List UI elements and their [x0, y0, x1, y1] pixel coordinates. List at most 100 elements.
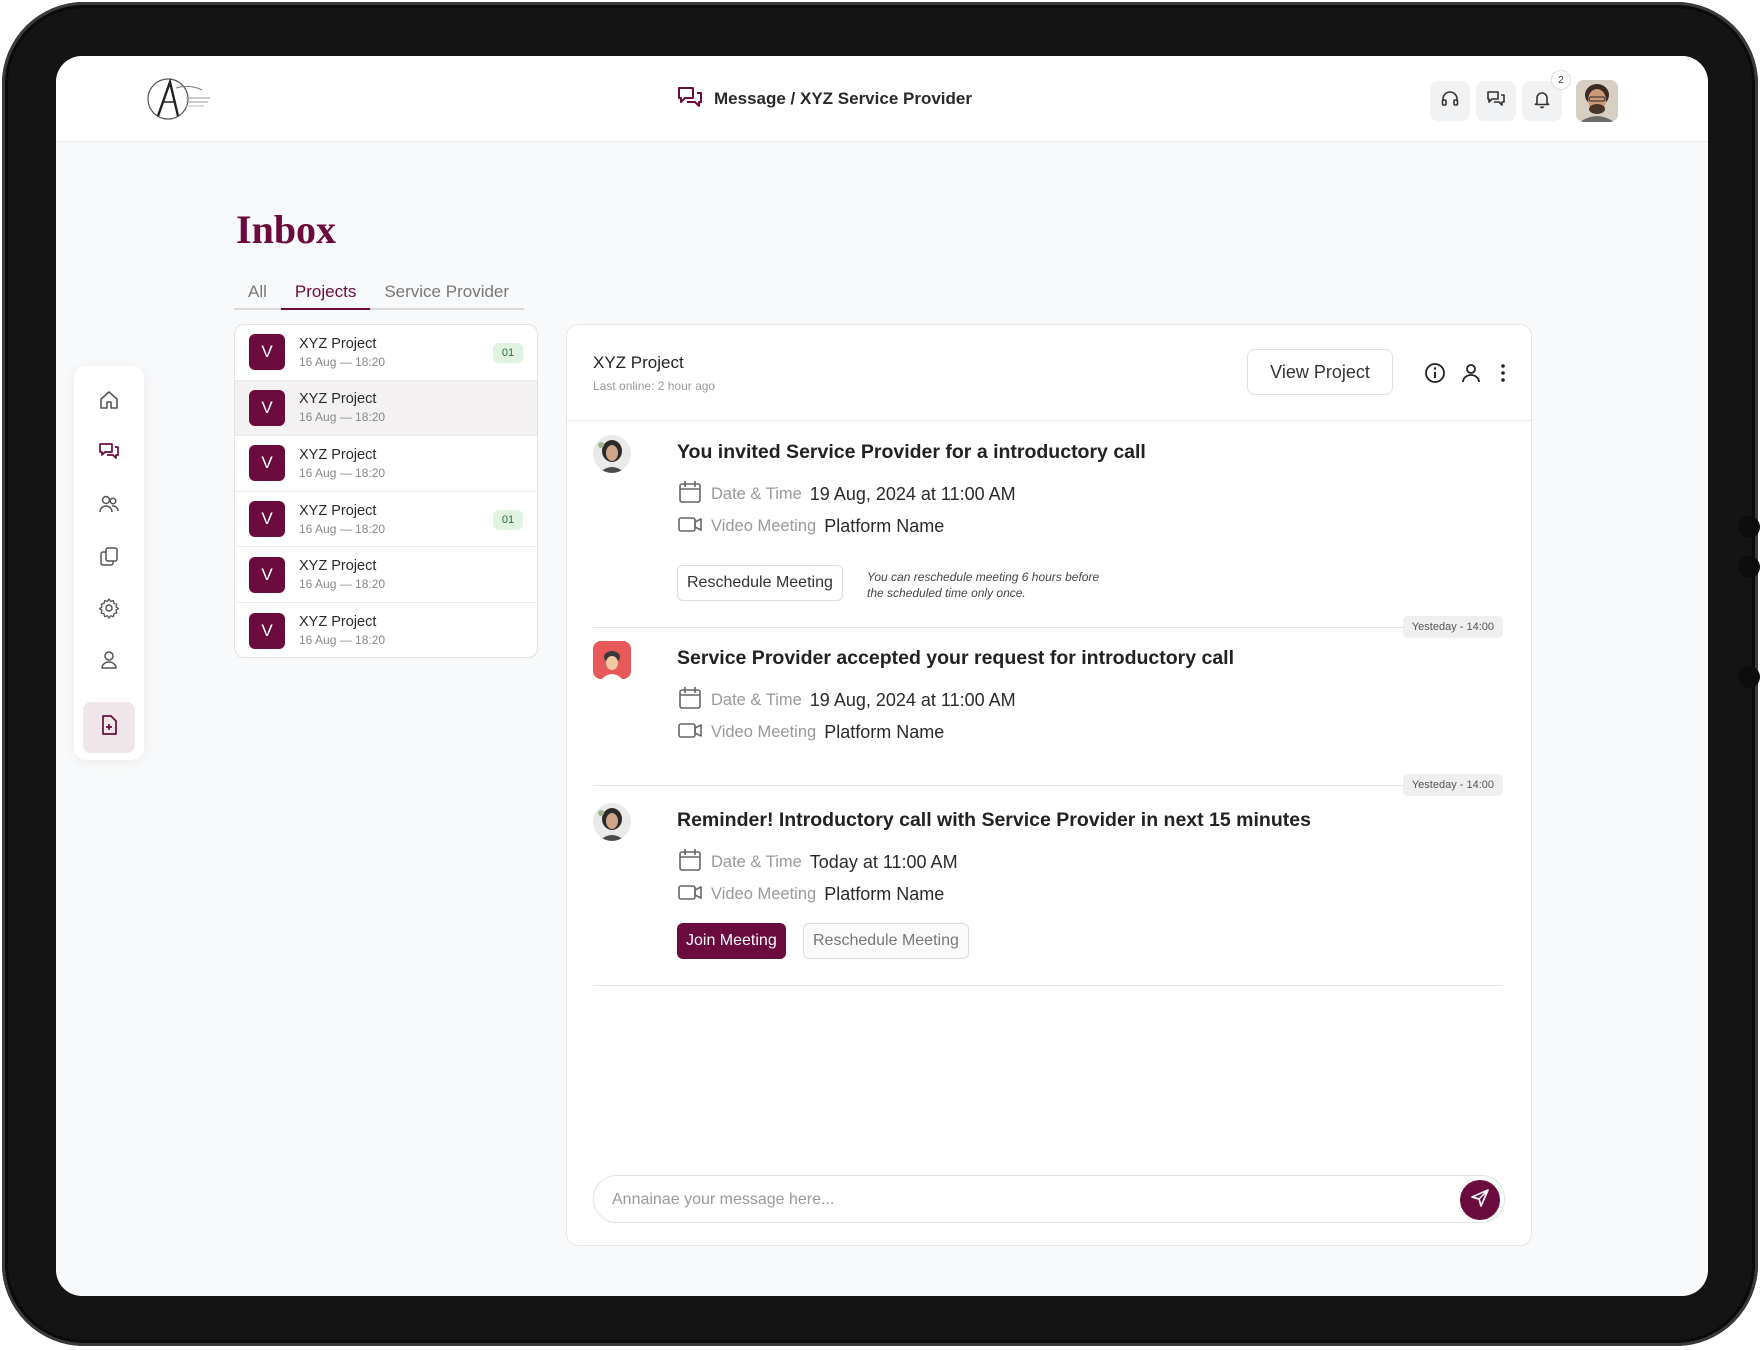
conversation-time: 16 Aug — 18:20	[299, 521, 386, 536]
device-side-button	[1738, 516, 1760, 538]
calendar-icon	[677, 479, 711, 510]
reschedule-meeting-button[interactable]: Reschedule Meeting	[803, 923, 969, 959]
conversation-name: XYZ Project	[299, 614, 377, 631]
sidebar-nav	[74, 366, 144, 760]
app-screen: Message / XYZ Service Provider 2 Inbox A…	[56, 56, 1708, 1296]
messages-icon	[676, 83, 704, 116]
sidebar-item-profile[interactable]	[86, 640, 132, 685]
unread-badge: 01	[493, 509, 523, 530]
chat-title: XYZ Project	[593, 353, 684, 372]
conversation-name: XYZ Project	[299, 335, 377, 352]
sender-avatar	[593, 803, 631, 841]
conversation-time: 16 Aug — 18:20	[299, 633, 386, 648]
conversation-item[interactable]: V XYZ Project 16 Aug — 18:20	[235, 380, 537, 437]
inbox-tabs: All Projects Service Provider	[234, 278, 524, 310]
conversation-name: XYZ Project	[299, 502, 377, 519]
conversation-time: 16 Aug — 18:20	[299, 577, 386, 592]
message-item: You invited Service Provider for a intro…	[593, 435, 1503, 601]
tab-projects[interactable]: Projects	[280, 278, 371, 310]
date-time-value: 19 Aug, 2024 at 11:00 AM	[809, 484, 1016, 504]
reschedule-meeting-button[interactable]: Reschedule Meeting	[677, 565, 843, 601]
calendar-icon	[677, 685, 711, 716]
breadcrumb-text: Message / XYZ Service Provider	[714, 89, 972, 108]
conversation-time: 16 Aug — 18:20	[299, 354, 386, 369]
conversation-time: 16 Aug — 18:20	[299, 465, 386, 480]
sender-avatar	[593, 435, 631, 473]
message-input[interactable]	[612, 1188, 1392, 1212]
send-button[interactable]	[1460, 1180, 1500, 1220]
video-icon	[677, 511, 711, 542]
user-avatar[interactable]	[1576, 80, 1618, 122]
conversation-name: XYZ Project	[299, 446, 377, 463]
headset-icon	[1440, 89, 1460, 114]
chat-icon	[1486, 89, 1506, 114]
conversation-item[interactable]: V XYZ Project 16 Aug — 18:20	[235, 547, 537, 603]
timestamp-badge: Yesteday - 14:00	[1402, 616, 1503, 638]
breadcrumb: Message / XYZ Service Provider	[676, 84, 972, 114]
support-button[interactable]	[1430, 81, 1470, 121]
date-time-row: Date & Time Today at 11:00 AM	[677, 847, 958, 878]
tablet-frame: Message / XYZ Service Provider 2 Inbox A…	[2, 2, 1760, 1346]
sidebar-item-home[interactable]	[86, 380, 132, 425]
conversation-name: XYZ Project	[299, 558, 377, 575]
message-composer	[593, 1175, 1505, 1223]
tab-service-provider[interactable]: Service Provider	[370, 278, 523, 308]
add-file-icon	[98, 714, 120, 741]
tab-all[interactable]: All	[234, 278, 281, 308]
conversation-item[interactable]: V XYZ Project 16 Aug — 18:20	[235, 603, 537, 657]
top-actions: 2	[1424, 71, 1618, 122]
last-online-text: Last online: 2 hour ago	[593, 379, 716, 393]
reschedule-note: You can reschedule meeting 6 hours befor…	[867, 570, 1100, 600]
video-icon	[677, 879, 711, 910]
conversation-avatar: V	[249, 612, 285, 649]
person-icon[interactable]	[1459, 361, 1483, 385]
video-meeting-label: Video Meeting	[711, 517, 817, 535]
message-title: Service Provider accepted your request f…	[677, 647, 1235, 669]
unread-badge: 01	[493, 343, 523, 363]
conversation-avatar: V	[249, 556, 285, 593]
conversation-item[interactable]: V XYZ Project 16 Aug — 18:20	[235, 436, 537, 492]
sidebar-item-documents[interactable]	[86, 536, 132, 581]
video-meeting-row: Video Meeting Platform Name	[677, 511, 944, 542]
device-side-button	[1738, 666, 1760, 688]
conversation-avatar: V	[249, 334, 285, 371]
platform-name: Platform Name	[824, 722, 945, 742]
page-title: Inbox	[236, 207, 337, 252]
messages-button[interactable]	[1476, 81, 1516, 121]
view-project-button[interactable]: View Project	[1247, 349, 1393, 395]
profile-icon	[98, 649, 120, 676]
notifications-button[interactable]: 2	[1522, 71, 1570, 121]
video-icon	[677, 717, 711, 748]
bell-icon	[1532, 89, 1552, 114]
date-time-value: Today at 11:00 AM	[809, 852, 958, 872]
conversation-list: V XYZ Project 16 Aug — 18:20 01 V XYZ Pro…	[234, 324, 538, 658]
date-time-label: Date & Time	[711, 691, 802, 709]
documents-icon	[98, 545, 120, 572]
home-icon	[98, 389, 120, 416]
conversation-time: 16 Aug — 18:20	[299, 410, 386, 425]
date-time-label: Date & Time	[711, 485, 802, 503]
video-meeting-row: Video Meeting Platform Name	[677, 879, 944, 910]
message-title: Reminder! Introductory call with Service…	[677, 809, 1311, 831]
conversation-avatar: V	[249, 389, 285, 426]
more-icon[interactable]	[1491, 361, 1515, 385]
device-side-button	[1738, 556, 1760, 578]
message-divider	[593, 785, 1503, 786]
join-meeting-button[interactable]: Join Meeting	[677, 923, 786, 959]
message-divider	[593, 627, 1503, 628]
conversation-item[interactable]: V XYZ Project 16 Aug — 18:20 01	[235, 325, 537, 381]
info-icon[interactable]	[1423, 361, 1447, 385]
chat-header: XYZ Project Last online: 2 hour ago View…	[567, 325, 1531, 421]
sidebar-item-messages[interactable]	[86, 432, 132, 477]
chat-panel: XYZ Project Last online: 2 hour ago View…	[566, 324, 1532, 1246]
conversation-avatar: V	[249, 445, 285, 482]
platform-name: Platform Name	[824, 516, 945, 536]
sidebar-item-settings[interactable]	[86, 588, 132, 633]
app-logo[interactable]	[146, 76, 214, 122]
sidebar-item-users[interactable]	[86, 484, 132, 529]
sidebar-item-add-file[interactable]	[83, 702, 135, 753]
conversation-item[interactable]: V XYZ Project 16 Aug — 18:20 01	[235, 492, 537, 548]
message-title: You invited Service Provider for a intro…	[677, 441, 1146, 463]
date-time-value: 19 Aug, 2024 at 11:00 AM	[809, 690, 1016, 710]
message-item: Service Provider accepted your request f…	[593, 641, 1503, 751]
